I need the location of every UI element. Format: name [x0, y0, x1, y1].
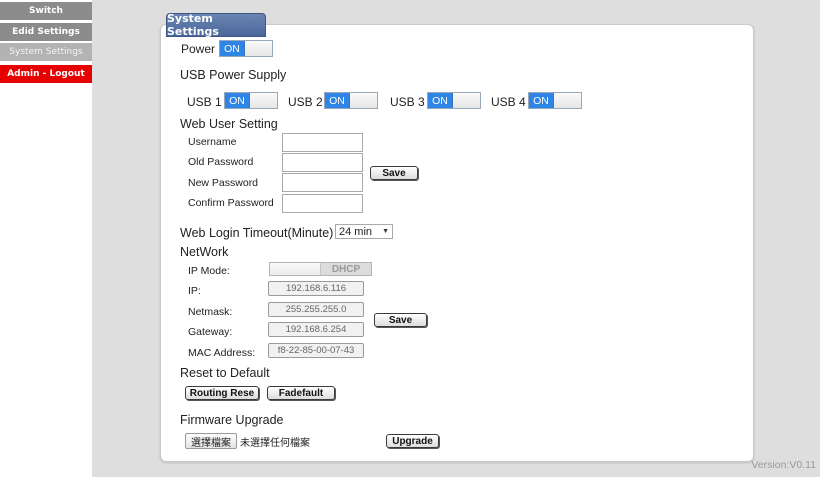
- chevron-down-icon: ▼: [382, 228, 389, 235]
- usb-2-label: USB 2: [288, 95, 323, 109]
- ip-mode-label: IP Mode:: [188, 265, 230, 277]
- network-section-label: NetWork: [180, 245, 229, 259]
- usb-power-section-label: USB Power Supply: [180, 68, 287, 82]
- timeout-select-value: 24 min: [339, 225, 373, 238]
- mac-address-label: MAC Address:: [188, 347, 256, 359]
- usb-4-toggle-knob: [554, 93, 581, 108]
- ip-mode-value: DHCP: [321, 263, 371, 275]
- sidebar-item-switch[interactable]: Switch: [0, 2, 92, 21]
- mac-address-field: f8-22-85-00-07-43: [268, 343, 364, 358]
- username-label: Username: [188, 136, 237, 148]
- ip-label: IP:: [188, 285, 201, 297]
- usb-1-label: USB 1: [187, 95, 222, 109]
- usb-4-toggle[interactable]: ON: [528, 92, 582, 109]
- ip-mode-toggle[interactable]: DHCP: [269, 262, 372, 276]
- usb-4-label: USB 4: [491, 95, 526, 109]
- web-user-save-button[interactable]: Save: [370, 166, 418, 180]
- firmware-section-label: Firmware Upgrade: [180, 413, 284, 427]
- usb-3-label: USB 3: [390, 95, 425, 109]
- sidebar-item-edid-settings[interactable]: Edid Settings: [0, 23, 92, 42]
- confirm-password-label: Confirm Password: [188, 197, 274, 209]
- timeout-select[interactable]: 24 min ▼: [335, 224, 393, 239]
- power-toggle[interactable]: ON: [219, 40, 273, 57]
- usb-2-toggle-knob: [350, 93, 377, 108]
- old-password-label: Old Password: [188, 156, 254, 168]
- power-toggle-state: ON: [220, 41, 245, 56]
- upgrade-button[interactable]: Upgrade: [386, 434, 439, 448]
- power-label: Power: [181, 42, 216, 56]
- routing-reset-button[interactable]: Routing Rese: [185, 386, 259, 400]
- panel-title: System Settings: [166, 12, 266, 38]
- usb-1-toggle-knob: [250, 93, 277, 108]
- netmask-label: Netmask:: [188, 306, 233, 318]
- factory-default-button[interactable]: Fadefault: [267, 386, 335, 400]
- usb-4-toggle-state: ON: [529, 93, 554, 108]
- reset-section-label: Reset to Default: [180, 366, 270, 380]
- gateway-label: Gateway:: [188, 326, 233, 338]
- new-password-field[interactable]: [282, 173, 363, 192]
- ip-mode-toggle-knob: [270, 263, 321, 275]
- gateway-field: 192.168.6.254: [268, 322, 364, 337]
- usb-1-toggle[interactable]: ON: [224, 92, 278, 109]
- usb-2-toggle-state: ON: [325, 93, 350, 108]
- usb-2-toggle[interactable]: ON: [324, 92, 378, 109]
- sidebar-item-admin-logout[interactable]: Admin - Logout: [0, 65, 92, 84]
- version-text: Version:V0.11: [751, 459, 816, 471]
- power-toggle-knob: [245, 41, 272, 56]
- netmask-field: 255.255.255.0: [268, 302, 364, 317]
- old-password-field[interactable]: [282, 153, 363, 172]
- choose-file-button[interactable]: 選擇檔案: [185, 433, 237, 449]
- confirm-password-field[interactable]: [282, 194, 363, 213]
- usb-1-toggle-state: ON: [225, 93, 250, 108]
- ip-field: 192.168.6.116: [268, 281, 364, 296]
- usb-3-toggle-knob: [453, 93, 480, 108]
- usb-3-toggle[interactable]: ON: [427, 92, 481, 109]
- username-field[interactable]: [282, 133, 363, 152]
- no-file-chosen-text: 未選擇任何檔案: [240, 438, 310, 449]
- sidebar: Switch Edid Settings System Settings Adm…: [0, 0, 92, 477]
- sidebar-item-system-settings[interactable]: System Settings: [0, 43, 92, 62]
- timeout-label: Web Login Timeout(Minute): [180, 226, 334, 240]
- new-password-label: New Password: [188, 177, 259, 189]
- web-user-section-label: Web User Setting: [180, 117, 278, 131]
- usb-3-toggle-state: ON: [428, 93, 453, 108]
- network-save-button[interactable]: Save: [374, 313, 427, 327]
